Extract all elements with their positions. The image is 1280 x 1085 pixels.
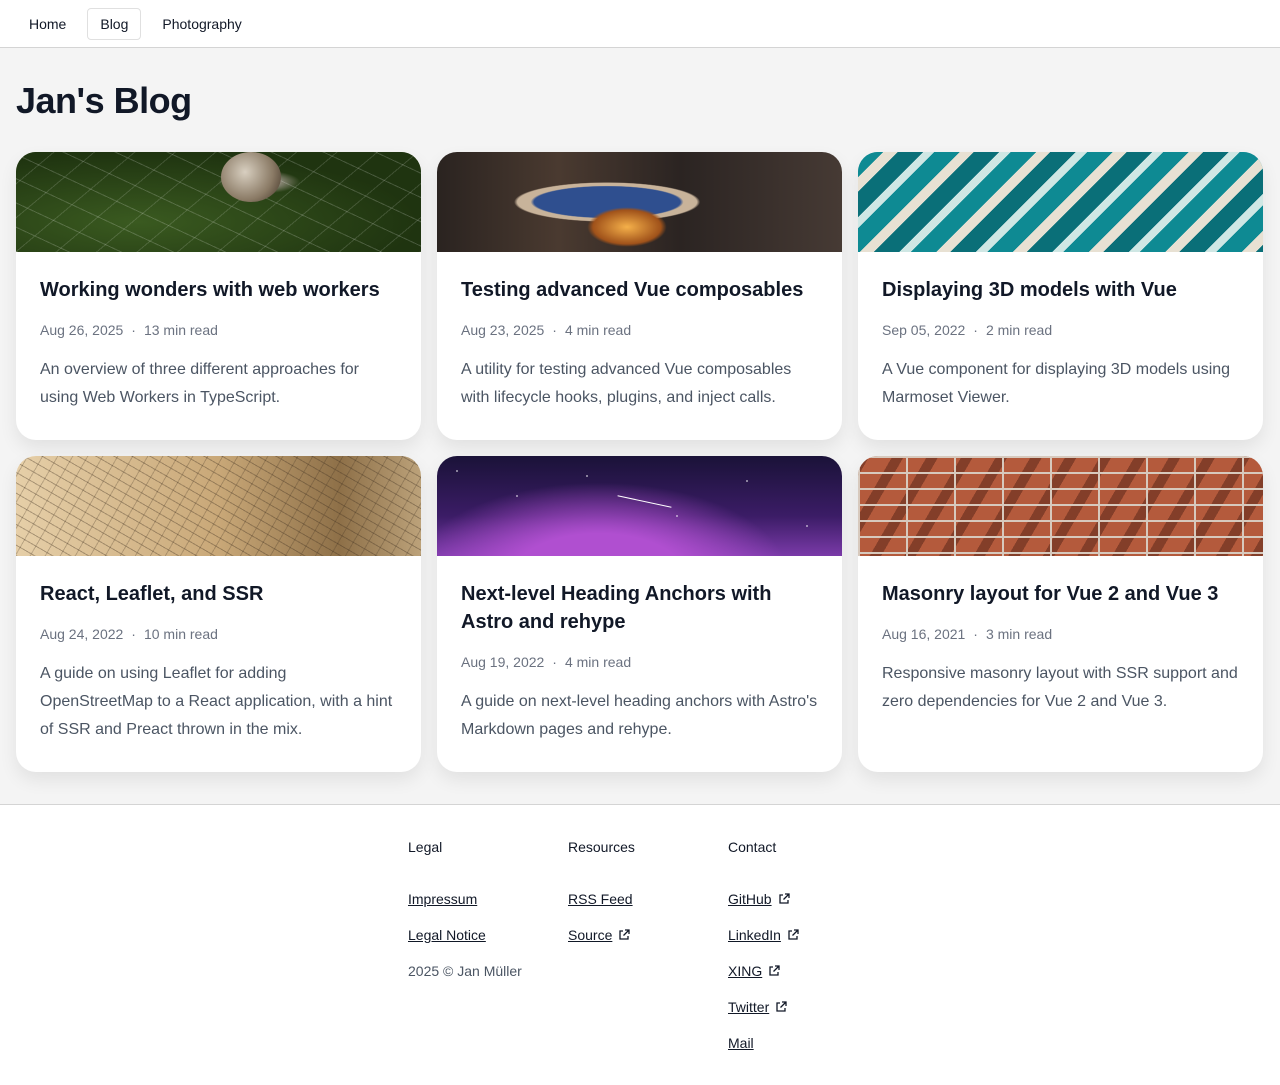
footer-resources-column: Resources RSS Feed Source [568,839,728,1085]
link-label: XING [728,963,763,979]
post-grid-row: React, Leaflet, and SSR Aug 24, 2022 · 1… [16,456,1264,772]
meta-separator: · [131,322,136,338]
mail-link[interactable]: Mail [728,1025,888,1061]
nav-blog[interactable]: Blog [87,7,142,40]
post-image [858,456,1263,556]
meta-separator: · [973,626,978,642]
post-card[interactable]: React, Leaflet, and SSR Aug 24, 2022 · 1… [16,456,421,772]
rss-feed-link[interactable]: RSS Feed [568,881,728,917]
meta-separator: · [552,322,557,338]
footer-heading: Legal [408,839,443,855]
link-label: Legal Notice [408,927,486,943]
post-description: A guide on next-level heading anchors wi… [461,693,818,738]
post-card[interactable]: Masonry layout for Vue 2 and Vue 3 Aug 1… [858,456,1263,772]
post-meta: Aug 24, 2022 · 10 min read [40,626,397,642]
meta-separator: · [131,626,136,642]
post-read-time: 3 min read [985,626,1053,642]
post-card[interactable]: Next-level Heading Anchors with Astro an… [437,456,842,772]
post-image [16,152,421,252]
post-description: A Vue component for displaying 3D models… [882,361,1231,406]
post-date: Aug 24, 2022 [40,626,124,642]
post-title[interactable]: Next-level Heading Anchors with Astro an… [461,580,818,636]
post-meta: Aug 23, 2025 · 4 min read [461,322,818,338]
post-card[interactable]: Displaying 3D models with Vue Sep 05, 20… [858,152,1263,440]
post-image [858,152,1263,252]
external-link-icon [788,929,799,940]
post-image [437,152,842,252]
twitter-link[interactable]: Twitter [728,989,888,1025]
post-description: A utility for testing advanced Vue compo… [461,361,792,406]
post-meta: Aug 19, 2022 · 4 min read [461,654,818,670]
post-title[interactable]: Testing advanced Vue composables [461,276,818,304]
post-date: Aug 19, 2022 [461,654,545,670]
post-read-time: 2 min read [985,322,1053,338]
main-content: Jan's Blog Working wonders with web work… [0,48,1280,804]
post-description: An overview of three different approache… [40,361,359,406]
external-link-icon [778,893,790,904]
post-card[interactable]: Working wonders with web workers Aug 26,… [16,152,421,440]
impressum-link[interactable]: Impressum [408,881,568,917]
external-link-icon [769,965,780,976]
link-label: RSS Feed [568,891,633,907]
post-card[interactable]: Testing advanced Vue composables Aug 23,… [437,152,842,440]
link-label: Impressum [408,891,478,907]
post-read-time: 13 min read [143,322,218,338]
meta-separator: · [552,654,557,670]
legal-notice-link[interactable]: Legal Notice [408,917,568,953]
footer-heading: Contact [728,839,777,855]
post-date: Aug 26, 2025 [40,322,124,338]
xing-link[interactable]: XING [728,953,888,989]
page-title: Jan's Blog [16,80,192,121]
nav-photography[interactable]: Photography [149,8,254,40]
link-label: LinkedIn [728,927,781,943]
post-title[interactable]: React, Leaflet, and SSR [40,580,397,608]
post-image [16,456,421,556]
post-description: A guide on using Leaflet for adding Open… [40,665,393,738]
post-read-time: 10 min read [143,626,218,642]
linkedin-link[interactable]: LinkedIn [728,917,888,953]
post-read-time: 4 min read [564,654,632,670]
post-date: Aug 23, 2025 [461,322,545,338]
footer-heading: Resources [568,839,635,855]
footer-contact-column: Contact GitHub LinkedIn XING Twitter Mai… [728,839,888,1085]
external-link-icon [776,1001,787,1012]
site-footer: Legal Impressum Legal Notice 2025 © Jan … [0,804,1280,1085]
nav-home[interactable]: Home [16,8,79,40]
top-navigation: Home Blog Photography [0,0,1280,48]
link-label: GitHub [728,891,772,907]
link-label: Twitter [728,999,770,1015]
copyright-text: 2025 © Jan Müller [408,963,522,979]
post-title[interactable]: Working wonders with web workers [40,276,397,304]
post-grid-row: Working wonders with web workers Aug 26,… [16,152,1264,440]
post-title[interactable]: Masonry layout for Vue 2 and Vue 3 [882,580,1239,608]
github-link[interactable]: GitHub [728,881,888,917]
link-label: Mail [728,1035,754,1051]
footer-legal-column: Legal Impressum Legal Notice 2025 © Jan … [408,839,568,1085]
post-meta: Aug 16, 2021 · 3 min read [882,626,1239,642]
post-read-time: 4 min read [564,322,632,338]
post-meta: Sep 05, 2022 · 2 min read [882,322,1239,338]
source-link[interactable]: Source [568,917,728,953]
post-date: Aug 16, 2021 [882,626,966,642]
post-meta: Aug 26, 2025 · 13 min read [40,322,397,338]
post-date: Sep 05, 2022 [882,322,966,338]
post-image [437,456,842,556]
post-description: Responsive masonry layout with SSR suppo… [882,665,1238,710]
link-label: Source [568,927,613,943]
external-link-icon [619,929,631,940]
post-title[interactable]: Displaying 3D models with Vue [882,276,1239,304]
meta-separator: · [973,322,978,338]
